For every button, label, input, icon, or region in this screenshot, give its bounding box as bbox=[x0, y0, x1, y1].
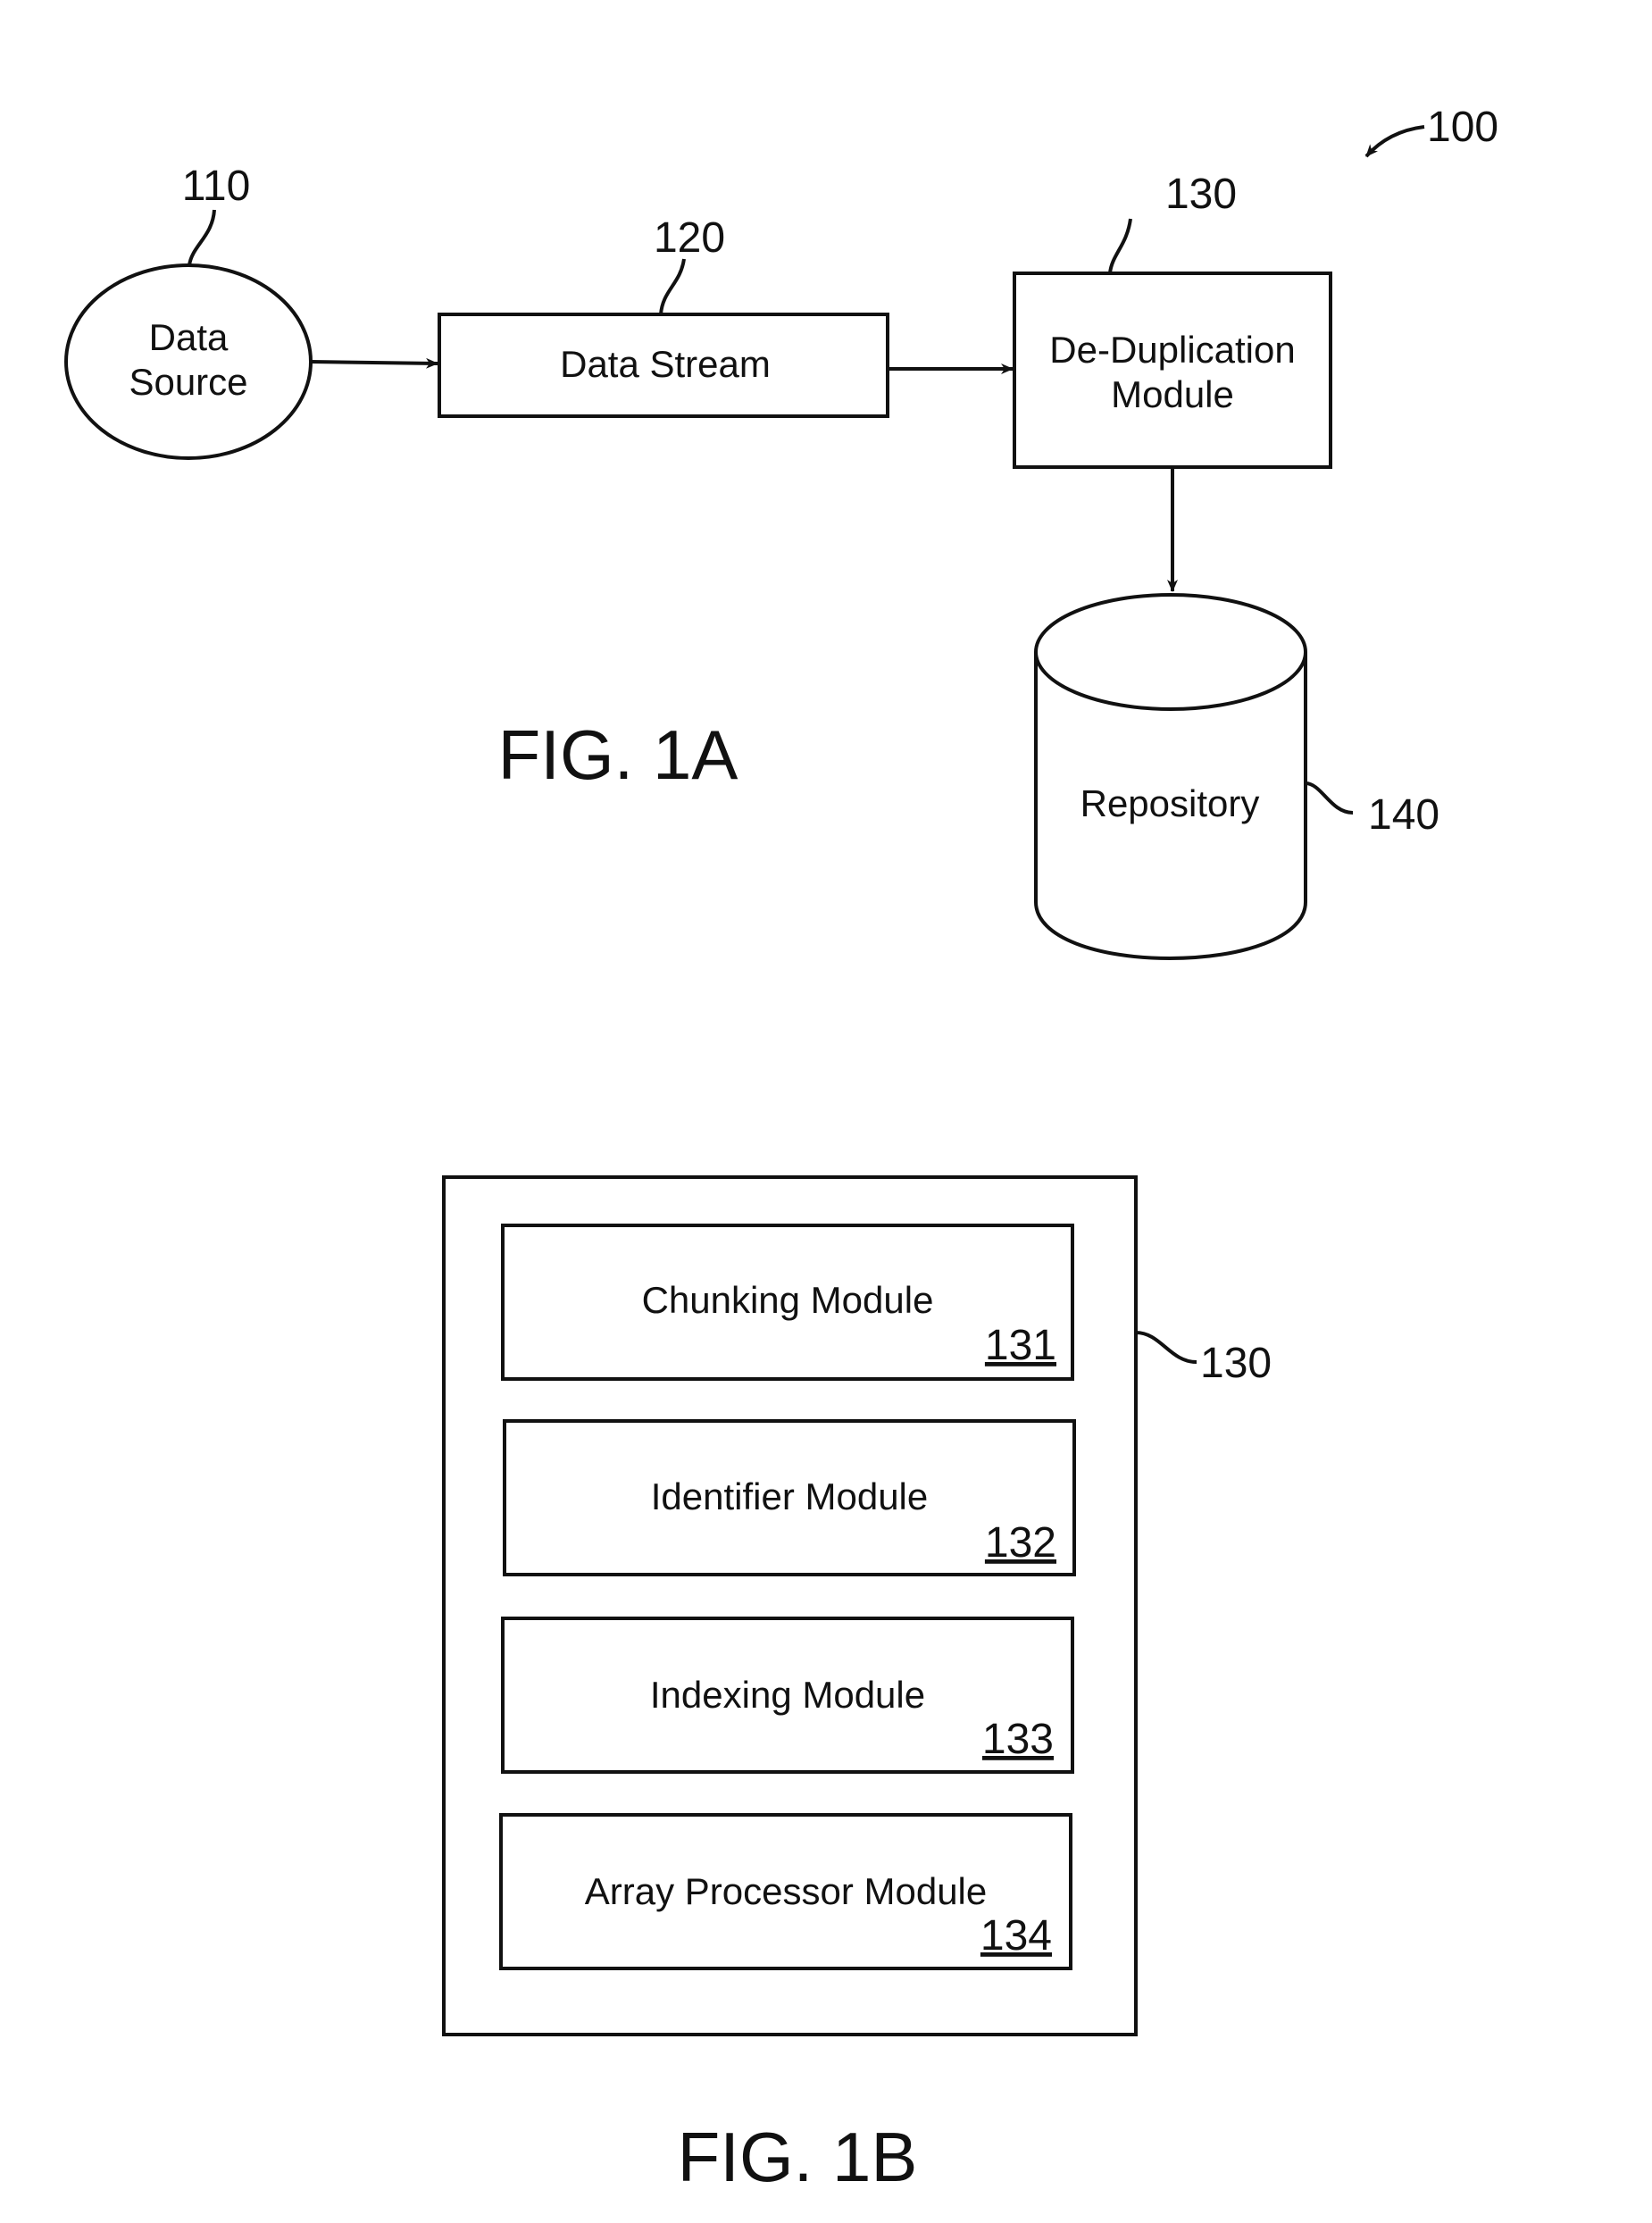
module-array-processor: Array Processor Module 134 bbox=[499, 1813, 1072, 1970]
figure-1b: 130 Chunking Module 131 Identifier Modul… bbox=[442, 1175, 1272, 2196]
module-ref: 133 bbox=[982, 1716, 1054, 1763]
data-stream-leader-line bbox=[659, 258, 686, 315]
dedup-module-label-line1: De-Duplication bbox=[1049, 329, 1295, 371]
data-stream-ref: 120 bbox=[654, 214, 725, 262]
dedup-module-leader-line bbox=[1108, 218, 1132, 274]
dedup-module-label-line2: Module bbox=[1111, 373, 1234, 415]
dedup-module-node: De-Duplication Module 130 bbox=[1013, 171, 1332, 469]
module-identifier: Identifier Module 132 bbox=[503, 1419, 1076, 1576]
repository-ref: 140 bbox=[1368, 791, 1439, 839]
container-ref: 130 bbox=[1200, 1340, 1272, 1387]
data-stream-label: Data Stream bbox=[560, 343, 771, 385]
data-source-node: Data Source 110 bbox=[64, 163, 313, 460]
data-source-label-line1: Data bbox=[149, 316, 229, 358]
module-label: Chunking Module bbox=[642, 1279, 934, 1321]
system-ref-100: 100 bbox=[1364, 104, 1498, 158]
repository-node: Repository 140 bbox=[1034, 593, 1439, 961]
system-ref-label: 100 bbox=[1427, 104, 1498, 151]
data-stream-node: Data Stream 120 bbox=[438, 214, 889, 418]
patent-drawing: 100 Data Source 110 Data Stream 120 De-D… bbox=[64, 104, 1498, 2196]
module-ref: 131 bbox=[985, 1322, 1056, 1369]
module-indexing: Indexing Module 133 bbox=[501, 1617, 1074, 1774]
repository-leader-line bbox=[1305, 781, 1354, 815]
module-chunking: Chunking Module 131 bbox=[501, 1224, 1074, 1381]
repository-cylinder-top bbox=[1034, 593, 1307, 711]
module-label: Array Processor Module bbox=[585, 1870, 988, 1912]
module-ref: 134 bbox=[980, 1912, 1052, 1960]
data-source-label-line2: Source bbox=[129, 361, 247, 403]
data-source-leader-line bbox=[188, 209, 216, 266]
arrow-source-to-stream bbox=[310, 357, 438, 369]
repository-label: Repository bbox=[1080, 782, 1260, 824]
container-leader-line bbox=[1135, 1331, 1197, 1364]
module-label: Identifier Module bbox=[651, 1475, 929, 1517]
module-label: Indexing Module bbox=[650, 1674, 925, 1716]
data-source-ref: 110 bbox=[182, 163, 251, 210]
figure-1a: 100 Data Source 110 Data Stream 120 De-D… bbox=[64, 104, 1498, 961]
dedup-module-ref: 130 bbox=[1165, 171, 1237, 218]
figure-1a-caption: FIG. 1A bbox=[498, 715, 738, 794]
figure-1b-caption: FIG. 1B bbox=[678, 2118, 918, 2196]
ref-arrow-icon bbox=[1364, 125, 1425, 158]
module-ref: 132 bbox=[985, 1519, 1056, 1567]
